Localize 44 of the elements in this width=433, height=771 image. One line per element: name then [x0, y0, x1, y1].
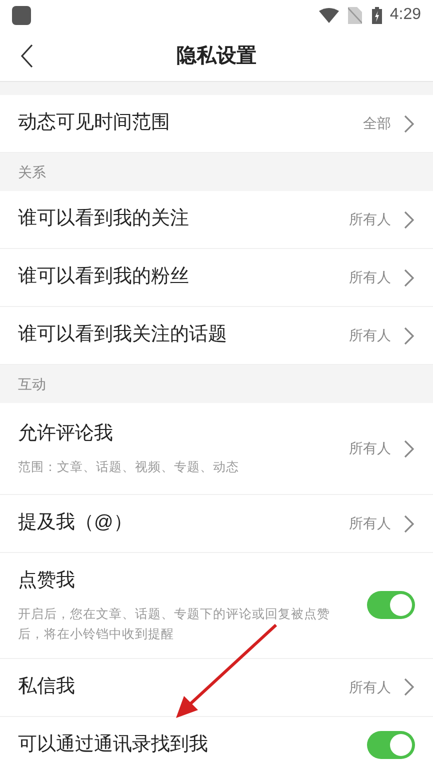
chevron-right-icon [403, 210, 415, 230]
chevron-right-icon [403, 268, 415, 288]
notification-icon [12, 6, 31, 24]
chevron-right-icon [403, 438, 415, 458]
row-value: 全部 [363, 114, 391, 133]
row-value: 所有人 [349, 439, 391, 458]
row-value: 所有人 [349, 326, 391, 345]
settings-row[interactable]: 谁可以看到我关注的话题 所有人 [0, 307, 433, 365]
row-value: 所有人 [349, 210, 391, 229]
row-value: 所有人 [349, 678, 391, 696]
settings-row[interactable]: 谁可以看到我的粉丝 所有人 [0, 249, 433, 307]
row-description: 开启后，您在文章、话题、专题下的评论或回复被点赞后，将在小铃铛中收到提醒 [18, 606, 331, 642]
row-value: 所有人 [349, 514, 391, 533]
row-title: 可以通过通讯录找到我 [18, 732, 209, 757]
status-time: 4:29 [390, 5, 421, 25]
no-sim-icon [348, 6, 362, 24]
settings-row[interactable]: 点赞我 开启后，您在文章、话题、专题下的评论或回复被点赞后，将在小铃铛中收到提醒 [0, 553, 433, 658]
chevron-right-icon [403, 326, 415, 346]
settings-row[interactable]: 允许评论我 范围：文章、话题、视频、专题、动态 所有人 [0, 403, 433, 495]
page-title: 隐私设置 [176, 44, 256, 68]
row-title: 提及我（@） [18, 511, 134, 536]
row-title: 谁可以看到我关注的话题 [18, 323, 228, 348]
chevron-right-icon [403, 514, 415, 534]
chevron-right-icon [403, 677, 415, 697]
settings-row[interactable]: 谁可以看到我的关注 所有人 [0, 191, 433, 249]
row-title: 谁可以看到我的关注 [18, 207, 190, 232]
row-value: 所有人 [349, 268, 391, 287]
settings-row[interactable]: 私信我 所有人 [0, 658, 433, 716]
section-header: 关系 [18, 162, 46, 182]
row-title: 动态可见时间范围 [18, 111, 171, 136]
row-title: 谁可以看到我的粉丝 [18, 265, 190, 290]
wifi-icon [318, 8, 339, 22]
settings-row[interactable]: 动态可见时间范围 全部 [0, 95, 433, 153]
settings-row[interactable]: 提及我（@） 所有人 [0, 495, 433, 553]
chevron-right-icon [403, 114, 415, 134]
settings-row[interactable]: 可以通过通讯录找到我 [0, 716, 433, 771]
row-title: 私信我 [18, 674, 76, 699]
toggle-switch[interactable] [367, 731, 415, 759]
row-title: 允许评论我 [18, 422, 114, 446]
battery-charging-icon [372, 6, 382, 24]
section-header: 互动 [18, 374, 46, 394]
toggle-switch[interactable] [367, 591, 415, 620]
row-title: 点赞我 [18, 569, 76, 593]
row-description: 范围：文章、话题、视频、专题、动态 [18, 458, 240, 476]
